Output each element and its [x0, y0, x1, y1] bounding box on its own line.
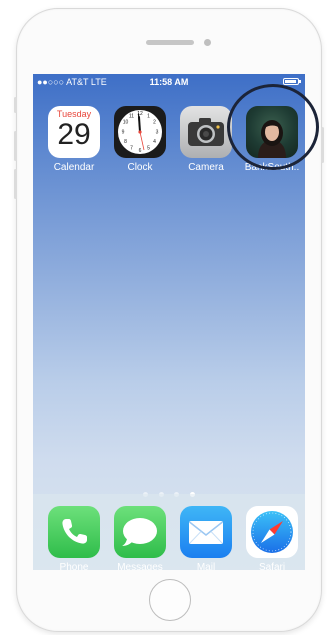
svg-text:4: 4	[153, 139, 156, 145]
app-safari[interactable]: Safari	[241, 506, 303, 570]
app-label: Mail	[196, 562, 216, 570]
app-calendar[interactable]: Tuesday 29 Calendar	[43, 106, 105, 173]
svg-text:3: 3	[156, 130, 159, 136]
messages-icon	[114, 506, 166, 558]
page-indicator[interactable]	[33, 484, 305, 497]
volume-down-button	[14, 169, 17, 199]
svg-text:8: 8	[124, 139, 127, 145]
app-label: Clock	[127, 162, 153, 173]
svg-text:11: 11	[129, 114, 134, 120]
app-messages[interactable]: Messages	[109, 506, 171, 570]
volume-up-button	[14, 131, 17, 161]
svg-text:2: 2	[153, 120, 156, 126]
calendar-icon: Tuesday 29	[48, 106, 100, 158]
calendar-date: 29	[57, 118, 91, 151]
clock-icon: 12 1 2 3 4 5 6 7 8 9 10 11	[114, 106, 166, 158]
app-label: Messages	[117, 562, 163, 570]
svg-text:5: 5	[147, 146, 150, 152]
app-label: Camera	[188, 162, 224, 173]
app-label: Phone	[59, 562, 89, 570]
front-camera	[204, 39, 211, 46]
highlight-ring	[227, 84, 319, 170]
dock: Phone Messages Mail Safari	[33, 494, 305, 570]
power-button	[321, 127, 324, 163]
earpiece-speaker	[146, 40, 194, 45]
camera-icon	[180, 106, 232, 158]
svg-text:10: 10	[123, 120, 129, 126]
svg-text:7: 7	[130, 146, 133, 152]
app-mail[interactable]: Mail	[175, 506, 237, 570]
silent-switch	[14, 97, 17, 113]
svg-text:6: 6	[139, 148, 142, 154]
mail-icon	[180, 506, 232, 558]
app-label: Calendar	[53, 162, 95, 173]
app-clock[interactable]: 12 1 2 3 4 5 6 7 8 9 10 11 Clock	[109, 106, 171, 173]
app-label: Safari	[258, 562, 286, 570]
svg-text:1: 1	[147, 114, 150, 120]
safari-icon	[246, 506, 298, 558]
phone-icon	[48, 506, 100, 558]
app-phone[interactable]: Phone	[43, 506, 105, 570]
home-button[interactable]	[149, 579, 191, 621]
svg-text:9: 9	[122, 130, 125, 136]
